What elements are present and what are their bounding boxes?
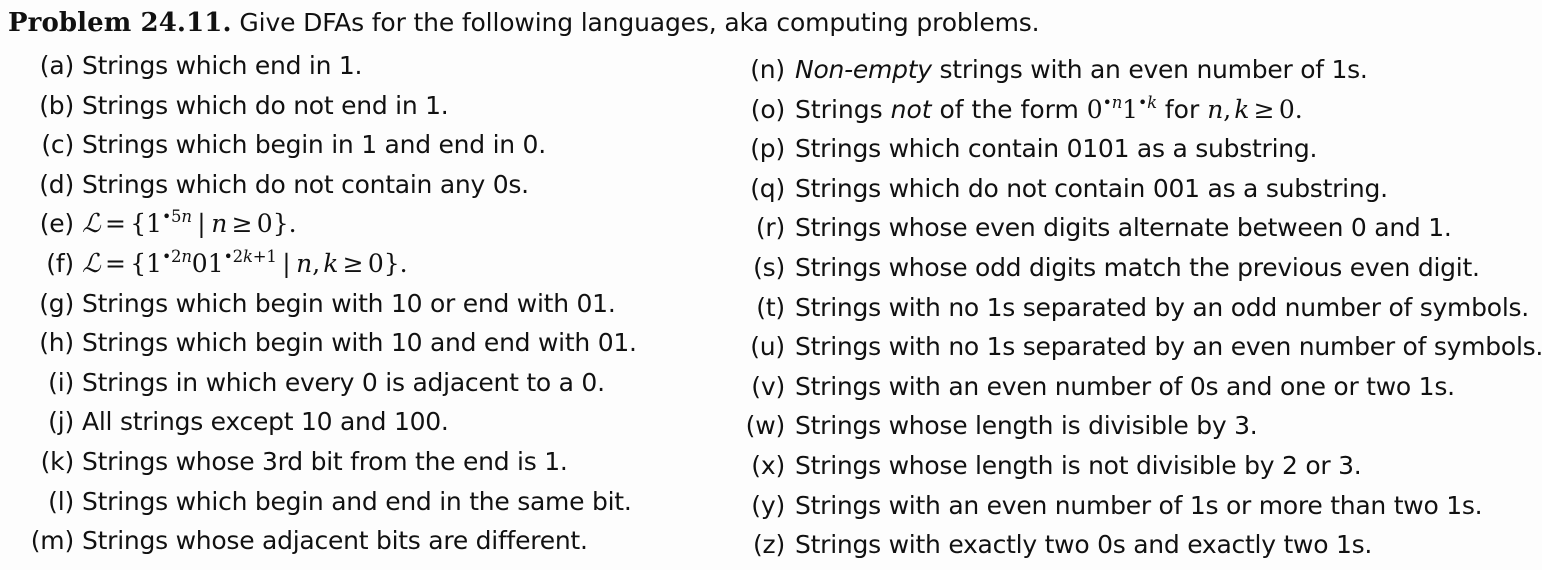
- list-item: (g) Strings which begin with 10 or end wi…: [0, 287, 760, 327]
- list-item-text-f: ℒ = {1•2n01•2k+1 | n, k ≥0}.: [82, 247, 408, 281]
- list-item-text-x: Strings whose length is not divisible by…: [795, 451, 1362, 480]
- list-item: (f) ℒ = {1•2n01•2k+1 | n, k ≥0}.: [0, 247, 760, 287]
- list-item-label-j: (j): [48, 407, 74, 437]
- list-item-label-d: (d): [39, 169, 74, 199]
- list-item-label-x: (x): [751, 451, 785, 480]
- list-item-label-t: (t): [756, 292, 785, 322]
- list-item-label-i: (i): [48, 367, 74, 397]
- list-item-text-c: Strings which begin in 1 and end in 0.: [82, 130, 546, 160]
- list-item-label-v: (v): [751, 371, 785, 401]
- list-item-label-n: (n): [750, 55, 785, 84]
- math-expression-f: ℒ = {1•2n01•2k+1 | n, k ≥0}.: [82, 246, 408, 279]
- list-item: (h) Strings which begin with 10 and end w…: [0, 326, 760, 366]
- list-item: (t) Strings with no 1s separated by an od…: [722, 291, 1529, 331]
- problem-number-label: Problem 24.11.: [8, 8, 232, 38]
- list-item-text-n: Non-empty strings with an even number of…: [795, 55, 1368, 84]
- list-item-label-o: (o): [750, 94, 785, 124]
- list-item-label-f: (f): [46, 249, 74, 278]
- list-item-text-g: Strings which begin with 10 or end with …: [82, 288, 616, 318]
- list-item-text-z: Strings with exactly two 0s and exactly …: [795, 530, 1373, 560]
- math-expression-e: ℒ = {1•5n | n ≥0}.: [82, 207, 297, 240]
- list-item-text-h: Strings which begin with 10 and end with…: [82, 328, 637, 358]
- list-item-text-a: Strings which end in 1.: [82, 51, 363, 80]
- list-item-text-e: ℒ = {1•5n | n ≥0}.: [82, 207, 297, 241]
- list-item: (x) Strings whose length is not divisible…: [722, 449, 1482, 489]
- list-item-text-i: Strings in which every 0 is adjacent to …: [82, 367, 605, 397]
- list-item: (m) Strings whose adjacent bits are diffe…: [0, 524, 760, 564]
- list-item-label-e: (e): [39, 209, 74, 239]
- list-item: (z) Strings with exactly two 0s and exact…: [722, 528, 1482, 568]
- list-item-label-g: (g): [39, 288, 74, 318]
- list-item-text-p: Strings which contain 0101 as a substrin…: [795, 134, 1318, 164]
- list-item: (v) Strings with an even number of 0s and…: [722, 370, 1482, 410]
- list-item-text-t: Strings with no 1s separated by an odd n…: [795, 292, 1529, 322]
- list-item-label-m: (m): [30, 526, 74, 556]
- list-item-text-o: Strings not of the form 0•n1•k for n, k ≥0…: [795, 93, 1303, 126]
- list-item-text-v: Strings with an even number of 0s and on…: [795, 371, 1455, 401]
- list-item: (l) Strings which begin and end in the sa…: [0, 485, 760, 525]
- math-expression-o: Strings not of the form 0•n1•k for n, k ≥0…: [795, 92, 1303, 124]
- list-item-label-w: (w): [745, 411, 786, 441]
- list-item-text-q: Strings which do not contain 001 as a su…: [795, 173, 1388, 203]
- list-item: (i) Strings in which every 0 is adjacent …: [0, 366, 760, 406]
- list-item-label-p: (p): [750, 134, 785, 164]
- list-item-text-j: All strings except 10 and 100.: [82, 407, 449, 437]
- list-item-label-z: (z): [752, 530, 785, 560]
- list-item: (y) Strings with an even number of 1s or …: [722, 489, 1482, 529]
- list-item-label-r: (r): [755, 213, 785, 243]
- list-item-label-s: (s): [753, 253, 785, 282]
- list-item: (b) Strings which do not end in 1.: [0, 89, 760, 129]
- list-item: (e) ℒ = {1•5n | n ≥0}.: [0, 207, 760, 247]
- list-item-text-d: Strings which do not contain any 0s.: [82, 169, 529, 199]
- list-item: (o) Strings not of the form 0•n1•k for n,…: [722, 93, 1482, 133]
- list-item-text-s: Strings whose odd digits match the previ…: [795, 253, 1480, 282]
- list-item-label-c: (c): [41, 130, 74, 160]
- list-item-label-h: (h): [39, 328, 74, 358]
- list-item-label-u: (u): [750, 332, 785, 362]
- problem-statement-text: Give DFAs for the following languages, a…: [239, 8, 1040, 37]
- problem-heading: Problem 24.11. Give DFAs for the followi…: [8, 7, 1040, 39]
- list-item: (s) Strings whose odd digits match the pr…: [722, 251, 1482, 291]
- list-item-text-y: Strings with an even number of 1s or mor…: [795, 490, 1483, 520]
- list-item: (r) Strings whose even digits alternate b…: [722, 211, 1482, 251]
- list-item: (a) Strings which end in 1.: [0, 49, 760, 89]
- list-item-label-a: (a): [39, 51, 74, 80]
- list-item-text-w: Strings whose length is divisible by 3.: [795, 411, 1258, 441]
- list-item-label-l: (l): [48, 486, 74, 516]
- list-item: (j) All strings except 10 and 100.: [0, 405, 760, 445]
- list-item-label-q: (q): [750, 173, 785, 203]
- list-item: (n) Non-empty strings with an even number…: [722, 53, 1482, 93]
- document-page: Problem 24.11. Give DFAs for the followi…: [0, 0, 1542, 570]
- list-item: (w) Strings whose length is divisible by …: [722, 409, 1482, 449]
- list-item: (k) Strings whose 3rd bit from the end is…: [0, 445, 760, 485]
- list-item: (q) Strings which do not contain 001 as a…: [722, 172, 1482, 212]
- list-item: (p) Strings which contain 0101 as a subst…: [722, 132, 1482, 172]
- list-item-text-k: Strings whose 3rd bit from the end is 1.: [82, 447, 568, 476]
- list-item-label-k: (k): [40, 447, 75, 476]
- list-item-text-m: Strings whose adjacent bits are differen…: [82, 526, 588, 556]
- list-item-text-l: Strings which begin and end in the same …: [82, 486, 632, 516]
- list-item: (u) Strings with no 1s separated by an ev…: [722, 330, 1542, 370]
- list-item-label-b: (b): [39, 90, 74, 120]
- list-item-text-r: Strings whose even digits alternate betw…: [795, 213, 1452, 243]
- list-item: (c) Strings which begin in 1 and end in 0…: [0, 128, 760, 168]
- list-item-text-b: Strings which do not end in 1.: [82, 90, 449, 120]
- list-item-label-y: (y): [751, 490, 785, 520]
- list-item: (d) Strings which do not contain any 0s.: [0, 168, 760, 208]
- list-item-text-u: Strings with no 1s separated by an even …: [795, 332, 1542, 362]
